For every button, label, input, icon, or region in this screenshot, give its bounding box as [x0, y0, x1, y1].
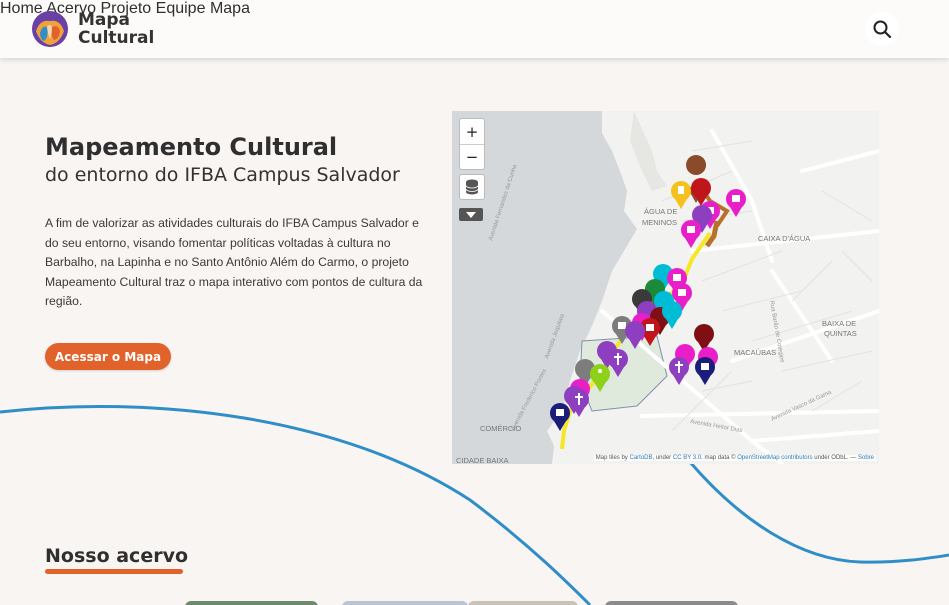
page-subtitle: do entorno do IFBA Campus Salvador — [45, 164, 400, 186]
acervo-card-3[interactable] — [468, 601, 578, 605]
layers-button[interactable] — [459, 174, 485, 200]
nav-mapa[interactable]: Mapa — [210, 0, 250, 17]
acervo-heading: Nosso acervo — [45, 545, 189, 567]
site-header: Mapa Cultural Home Acervo Projeto Equipe… — [0, 0, 949, 58]
search-icon — [873, 20, 892, 39]
logo-icon — [32, 11, 68, 47]
attribution-odbl: under ODbL. — — [814, 455, 857, 461]
brand-name: Mapa Cultural — [78, 11, 154, 47]
attribution-under: , under — [652, 455, 672, 461]
osm-link[interactable]: OpenStreetMap contributors — [737, 455, 812, 461]
interactive-map[interactable]: ÁGUA DE MENINOS CAIXA D'ÁGUA BAIXA DE QU… — [452, 111, 879, 464]
logo[interactable]: Mapa Cultural — [30, 9, 154, 49]
page-title: Mapeamento Cultural — [45, 133, 338, 161]
cartodb-link[interactable]: CartoDB — [629, 455, 652, 461]
brand-line1: Mapa — [78, 10, 131, 30]
acervo-underline — [45, 569, 183, 574]
nav-equipe[interactable]: Equipe — [156, 0, 206, 17]
acervo-card-1[interactable] — [185, 601, 318, 605]
map-label-agua: ÁGUA DE — [644, 207, 677, 216]
map-label-cidade-baixa: CIDADE BAIXA — [456, 456, 509, 464]
layers-toggle[interactable] — [459, 208, 483, 221]
search-button[interactable] — [865, 12, 899, 46]
map-label-caixa: CAIXA D'ÁGUA — [758, 234, 810, 243]
map-label-baixa: BAIXA DE — [822, 319, 856, 328]
access-map-button[interactable]: Acessar o Mapa — [45, 343, 171, 370]
map-label-meninos: MENINOS — [642, 218, 677, 227]
brand-line2: Cultural — [78, 28, 155, 48]
map-attribution: Map tiles by CartoDB, under CC BY 3.0. m… — [593, 455, 876, 461]
acervo-card-4[interactable] — [605, 601, 738, 605]
zoom-in-button[interactable]: + — [460, 119, 484, 144]
map-label-quintas: QUINTAS — [824, 329, 857, 338]
database-icon — [465, 179, 479, 195]
license-link[interactable]: CC BY 3.0 — [673, 455, 701, 461]
acervo-card-2[interactable] — [342, 601, 468, 605]
zoom-out-button[interactable]: − — [460, 144, 484, 169]
triangle-down-icon — [466, 211, 476, 218]
map-label-macaubas: MACAÚBAS — [734, 348, 776, 357]
source-link[interactable]: Sobre — [858, 455, 874, 461]
hero-description: A fim de valorizar as atividades cultura… — [45, 216, 423, 308]
map-tiles[interactable]: ÁGUA DE MENINOS CAIXA D'ÁGUA BAIXA DE QU… — [452, 111, 879, 464]
attribution-mid: . map data © — [701, 455, 736, 461]
attribution-prefix: Map tiles by — [595, 455, 628, 461]
zoom-control: + − — [459, 118, 485, 170]
